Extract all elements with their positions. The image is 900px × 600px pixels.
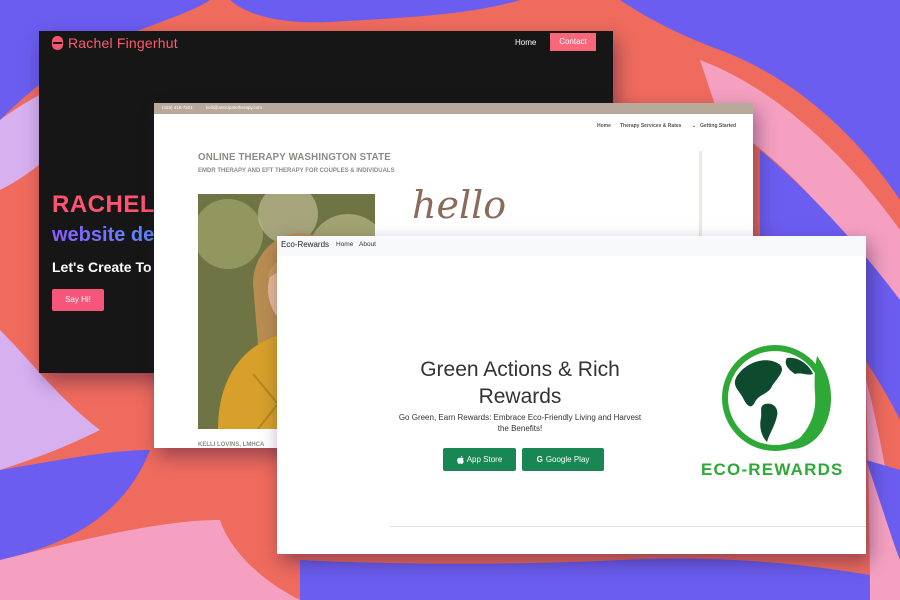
contact-button[interactable]: Contact <box>550 33 596 51</box>
eco-navbar: Eco-Rewards Home About <box>277 236 866 256</box>
menu-services[interactable]: Therapy Services & Rates <box>620 123 681 129</box>
eco-nav-about[interactable]: About <box>359 241 376 248</box>
eco-headline: Green Actions & Rich Rewards <box>420 358 620 408</box>
topbar-phone[interactable]: (425) 418-7221 <box>162 105 193 110</box>
eco-nav-home[interactable]: Home <box>336 241 353 248</box>
say-hi-button[interactable]: Say Hi! <box>52 289 104 311</box>
logo-mark-icon <box>52 36 63 50</box>
google-icon: G <box>536 455 543 464</box>
hero-tagline: Let's Create To <box>52 259 152 275</box>
rachel-logo[interactable]: Rachel Fingerhut <box>52 35 178 51</box>
page-subtitle: EMDR THERAPY AND EFT THERAPY FOR COUPLES… <box>198 168 395 174</box>
hero-role: website de <box>52 224 155 246</box>
apple-icon <box>456 456 464 464</box>
therapist-caption: KELLI LOVINS, LMHCA <box>198 442 265 448</box>
menu-home[interactable]: Home <box>597 123 611 129</box>
eco-brand[interactable]: Eco-Rewards <box>281 240 329 249</box>
rachel-logo-text: Rachel Fingerhut <box>68 35 178 51</box>
nav-home-link[interactable]: Home <box>515 38 536 47</box>
page-title: ONLINE THERAPY WASHINGTON STATE <box>198 151 391 163</box>
eco-rewards-window: Eco-Rewards Home About Green Actions & R… <box>277 236 866 554</box>
eco-logo-text: ECO-REWARDS <box>701 460 844 479</box>
app-store-button[interactable]: App Store <box>443 448 516 471</box>
section-divider <box>390 526 866 527</box>
app-store-label: App Store <box>466 455 503 464</box>
topbar-email[interactable]: kelli@anticipatetherapy.com <box>206 105 262 110</box>
globe-leaf-icon <box>722 345 832 451</box>
chevron-down-icon[interactable]: ⌄ <box>692 123 696 129</box>
hero-name: RACHEL <box>52 191 155 218</box>
contact-topbar: (425) 418-7221 kelli@anticipatetherapy.c… <box>154 103 753 114</box>
eco-tagline: Go Green, Earn Rewards: Embrace Eco-Frie… <box>398 413 642 433</box>
google-play-label: Google Play <box>545 455 590 464</box>
menu-getting-started[interactable]: Getting Started <box>700 123 736 129</box>
google-play-button[interactable]: G Google Play <box>522 448 604 471</box>
hello-heading: hello <box>412 183 507 227</box>
